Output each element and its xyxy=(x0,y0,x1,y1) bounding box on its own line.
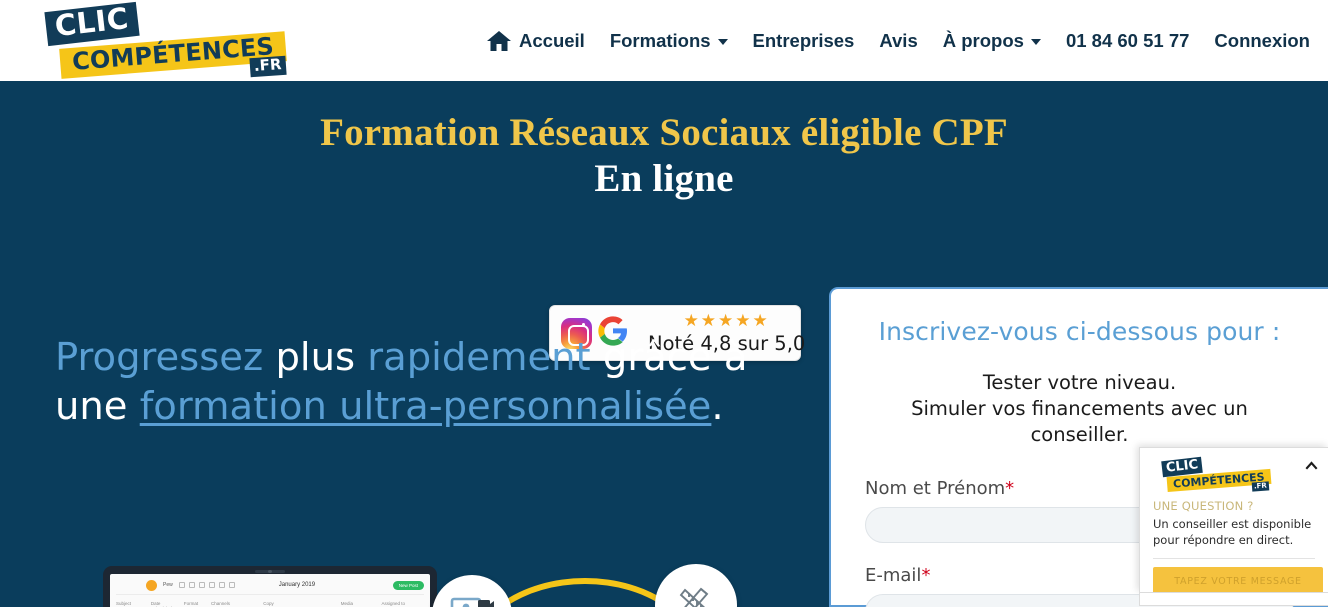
nav-item-formations[interactable]: Formations xyxy=(610,30,728,52)
column-assigned: Assigned to xyxy=(381,601,405,606)
form-subtitle-line1: Tester votre niveau. xyxy=(982,371,1177,394)
column-format: Format xyxy=(183,601,199,606)
undo-icon xyxy=(218,582,225,588)
search-icon xyxy=(228,582,235,588)
chat-divider xyxy=(1153,557,1315,559)
column-date: Date Scheduled xyxy=(150,601,172,607)
toolbar-icons xyxy=(178,582,235,588)
chat-body-line1: Un conseiller est disponible xyxy=(1153,517,1312,531)
nav-label-phone: 01 84 60 51 77 xyxy=(1065,29,1190,51)
required-marker: * xyxy=(1005,477,1015,499)
dashboard-toolbar: Pew January 2019 New Post xyxy=(116,579,424,595)
headline-part-period: . xyxy=(711,384,724,430)
home-icon xyxy=(486,29,512,53)
nav-item-avis[interactable]: Avis xyxy=(879,30,917,52)
chevron-down-icon xyxy=(1030,39,1041,45)
laptop-screen: Pew January 2019 New Post Subject Date S… xyxy=(110,574,430,607)
chevron-up-icon[interactable] xyxy=(1305,459,1318,472)
chat-question-heading: UNE QUESTION ? xyxy=(1153,499,1254,513)
star-rating-icon: ★★★★★ xyxy=(683,310,770,330)
calendar-icon xyxy=(178,582,185,588)
nav-item-accueil[interactable]: Accueil xyxy=(486,29,585,53)
headline-part-plus: plus xyxy=(263,335,368,380)
column-channels: Channels xyxy=(211,601,231,606)
chat-footer-bar xyxy=(1139,592,1328,606)
table-header: Subject Date Scheduled Format Channels C… xyxy=(116,595,424,607)
site-header: CLIC COMPÉTENCES .FR Accueil Formations … xyxy=(0,0,1328,81)
workspace-avatar xyxy=(146,579,157,591)
video-conference-badge xyxy=(432,575,512,607)
nav-label-entreprises: Entreprises xyxy=(752,29,855,51)
page-title: Formation Réseaux Sociaux éligible CPF E… xyxy=(0,110,1328,201)
laptop-mockup: Pew January 2019 New Post Subject Date S… xyxy=(103,566,437,607)
chat-logo: CLIC COMPÉTENCES .FR xyxy=(1153,456,1283,493)
label-email-text: E-mail xyxy=(865,564,922,586)
design-tools-badge xyxy=(655,564,737,607)
chat-logo-tld-text: .FR xyxy=(1251,481,1270,492)
nav-label-avis: Avis xyxy=(879,29,918,51)
nav-item-phone[interactable]: 01 84 60 51 77 xyxy=(1066,30,1189,52)
hero-headline: Progressez plus rapidement grâce à une f… xyxy=(55,333,765,432)
video-conference-icon xyxy=(450,596,494,607)
form-subtitle: Tester votre niveau. Simuler vos finance… xyxy=(865,370,1294,448)
list-icon xyxy=(198,582,205,588)
chevron-down-icon xyxy=(717,39,728,45)
column-media: Media xyxy=(340,601,354,606)
nav-label-connexion: Connexion xyxy=(1214,29,1310,51)
form-subtitle-line2: Simuler vos financements avec un conseil… xyxy=(911,396,1248,446)
dashboard-month: January 2019 xyxy=(278,582,316,588)
new-post-button: New Post xyxy=(392,580,424,590)
nav-label-formations: Formations xyxy=(609,29,711,51)
nav-label-a-propos: À propos xyxy=(942,29,1024,51)
logo-clic-text: CLIC xyxy=(44,0,140,46)
grid-icon xyxy=(188,582,195,588)
nav-item-connexion[interactable]: Connexion xyxy=(1214,30,1310,52)
nav-item-entreprises[interactable]: Entreprises xyxy=(753,30,855,52)
form-title: Inscrivez-vous ci-dessous pour : xyxy=(878,317,1281,346)
hero-title-line1: Formation Réseaux Sociaux éligible CPF xyxy=(320,111,1008,154)
required-marker: * xyxy=(921,564,931,586)
workspace-name: Pew xyxy=(163,582,173,588)
headline-part-progressez: Progressez xyxy=(55,335,264,380)
headline-link-formation[interactable]: formation ultra-personnalisée xyxy=(140,384,712,429)
nav-item-a-propos[interactable]: À propos xyxy=(943,30,1041,52)
headline-part-rapidement: rapidement xyxy=(367,335,591,380)
chat-body-text: Un conseiller est disponible pour répond… xyxy=(1153,516,1315,549)
chat-body-line2: pour répondre en direct. xyxy=(1153,533,1294,548)
label-nom-prenom-text: Nom et Prénom xyxy=(865,477,1006,499)
filter-icon xyxy=(208,582,215,588)
laptop-camera-icon xyxy=(255,570,285,573)
pencil-ruler-icon xyxy=(673,580,719,607)
logo-tld-text: .FR xyxy=(249,55,287,77)
column-subject: Subject xyxy=(116,601,132,606)
page-root: CLIC COMPÉTENCES .FR Accueil Formations … xyxy=(0,0,1328,607)
column-copy: Copy xyxy=(263,601,274,606)
hero-title-line2: En ligne xyxy=(594,156,734,200)
site-logo[interactable]: CLIC COMPÉTENCES .FR xyxy=(28,0,288,79)
nav-label-accueil: Accueil xyxy=(519,29,585,51)
main-navigation: Accueil Formations Entreprises Avis À pr… xyxy=(486,29,1310,53)
chat-widget: CLIC COMPÉTENCES .FR UNE QUESTION ? Un c… xyxy=(1139,447,1328,606)
